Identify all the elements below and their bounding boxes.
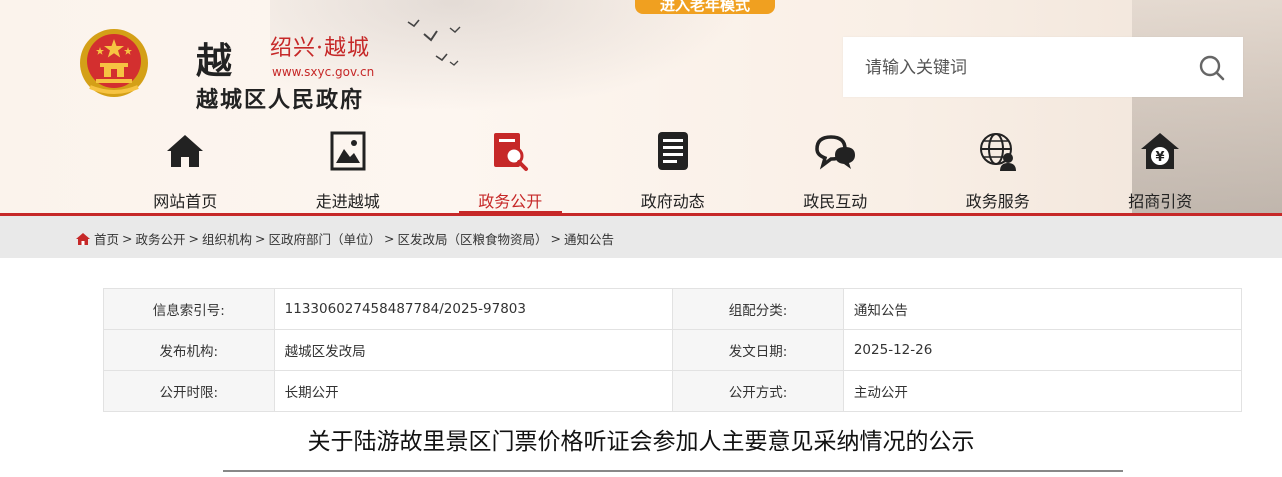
globe-person-icon: [979, 133, 1016, 171]
title-divider: [223, 470, 1123, 472]
category-label: 组配分类:: [672, 288, 844, 330]
site-logo[interactable]: 越 绍兴·越城 www.sxyc.gov.cn 越城区人民政府: [190, 28, 410, 113]
main-nav: 网站首页 走进越城 政务公开 政府动态 政民互动 政务服务 ¥ 招商引资: [104, 126, 1242, 213]
document-search-icon: [494, 133, 529, 171]
publisher-label: 发布机构:: [103, 329, 275, 371]
disclosure-method-value: 主动公开: [842, 370, 1243, 412]
logo-government-name: 越城区人民政府: [196, 87, 365, 113]
nav-item-gov-affairs-open[interactable]: 政务公开: [429, 126, 592, 213]
breadcrumb-notices[interactable]: 通知公告: [564, 229, 614, 248]
breadcrumb-gov-affairs-open[interactable]: 政务公开: [136, 229, 186, 248]
chat-icon: [815, 135, 856, 170]
nav-label: 走进越城: [315, 192, 380, 211]
nav-item-about-yuecheng[interactable]: 走进越城: [267, 126, 430, 213]
nav-item-gov-news[interactable]: 政府动态: [592, 126, 755, 213]
logo-city-name: 绍兴·越城: [270, 36, 370, 61]
svg-text:¥: ¥: [1156, 150, 1165, 165]
table-row: 发布机构: 越城区发改局 发文日期: 2025-12-26: [103, 329, 1243, 371]
news-icon: [657, 132, 688, 170]
elder-mode-button[interactable]: 进入老年模式: [635, 0, 775, 14]
breadcrumb-district-departments[interactable]: 区政府部门（单位）: [269, 229, 382, 248]
document-info-table: 信息索引号: 113306027458487784/2025-97803 组配分…: [103, 288, 1243, 412]
birds-decoration: [407, 19, 461, 66]
index-number-value: 113306027458487784/2025-97803: [273, 288, 674, 330]
house-icon: [167, 135, 204, 167]
disclosure-period-label: 公开时限:: [103, 370, 275, 412]
category-value: 通知公告: [842, 288, 1243, 330]
issue-date-value: 2025-12-26: [842, 329, 1243, 371]
yuan-house-icon: ¥: [1141, 133, 1180, 169]
index-number-label: 信息索引号:: [103, 288, 275, 330]
nav-item-home[interactable]: 网站首页: [104, 126, 267, 213]
disclosure-method-label: 公开方式:: [672, 370, 844, 412]
national-emblem-icon: [80, 29, 148, 97]
logo-glyph: 越: [196, 40, 232, 82]
nav-item-gov-services[interactable]: 政务服务: [917, 126, 1080, 213]
disclosure-period-value: 长期公开: [273, 370, 674, 412]
breadcrumb-home[interactable]: 首页: [94, 229, 119, 248]
nav-label: 政府动态: [640, 192, 705, 211]
nav-item-interaction[interactable]: 政民互动: [754, 126, 917, 213]
search-icon[interactable]: [1197, 53, 1227, 83]
search-box: [843, 37, 1243, 97]
nav-label: 政务公开: [478, 192, 543, 211]
breadcrumb: 首页 > 政务公开 > 组织机构 > 区政府部门（单位） > 区发改局（区粮食物资局） >…: [0, 216, 1282, 258]
breadcrumb-development-bureau[interactable]: 区发改局（区粮食物资局）: [398, 229, 548, 248]
home-icon: [76, 232, 90, 245]
nav-label: 政务服务: [965, 192, 1030, 211]
nav-label: 招商引资: [1128, 192, 1193, 211]
search-input[interactable]: [863, 53, 1177, 83]
nav-label: 政民互动: [803, 192, 868, 211]
table-row: 公开时限: 长期公开 公开方式: 主动公开: [103, 370, 1243, 412]
nav-item-investment[interactable]: ¥ 招商引资: [1079, 126, 1242, 213]
publisher-value: 越城区发改局: [273, 329, 674, 371]
document-title: 关于陆游故里景区门票价格听证会参加人主要意见采纳情况的公示: [307, 429, 975, 455]
logo-url: www.sxyc.gov.cn: [272, 65, 375, 79]
issue-date-label: 发文日期:: [672, 329, 844, 371]
breadcrumb-organization[interactable]: 组织机构: [202, 229, 252, 248]
site-header: 进入老年模式 越 绍兴·越城 www.sxyc.gov.cn 越城区人民政府 请…: [0, 0, 1282, 213]
table-row: 信息索引号: 113306027458487784/2025-97803 组配分…: [103, 288, 1243, 330]
nav-label: 网站首页: [153, 192, 218, 211]
picture-icon: [330, 131, 366, 171]
